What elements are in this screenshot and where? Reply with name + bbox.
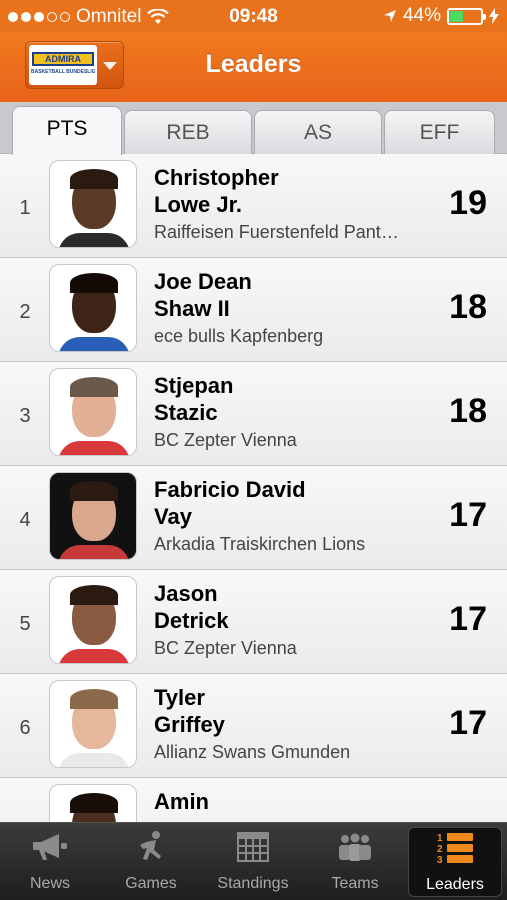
status-bar: Omnitel 09:48 44%	[0, 0, 507, 32]
bottom-tab-bar: News Games Standings Teams 1 2 3 Leaders	[0, 822, 507, 900]
svg-text:2: 2	[437, 844, 443, 855]
leaders-list[interactable]: 1 Christopher Lowe Jr. Raiffeisen Fuerste…	[0, 154, 507, 822]
player-photo	[49, 784, 137, 822]
stat-value: 18	[449, 288, 487, 326]
svg-text:3: 3	[437, 855, 443, 865]
player-name: Stjepan Stazic	[154, 373, 234, 425]
player-name: Fabricio David Vay	[154, 477, 306, 529]
page-title: Leaders	[205, 50, 302, 78]
leader-row[interactable]: 4 Fabricio David Vay Arkadia Traiskirchen…	[0, 466, 507, 570]
megaphone-icon	[33, 834, 67, 860]
status-right: 44%	[383, 5, 499, 27]
player-name: Christopher Lowe Jr.	[154, 165, 279, 217]
stat-value: 17	[449, 704, 487, 742]
team-name: BC Zepter Vienna	[154, 638, 297, 658]
nav-news[interactable]: News	[10, 827, 90, 897]
nav-label: Teams	[331, 875, 379, 892]
nav-label: News	[29, 875, 70, 892]
player-name: Jason Detrick	[154, 581, 229, 633]
player-photo	[49, 680, 137, 768]
team-name: Raiffeisen Fuerstenfeld Panthers	[154, 222, 399, 242]
team-name: ece bulls Kapfenberg	[154, 326, 324, 346]
nav-teams[interactable]: Teams	[318, 827, 392, 897]
leader-row[interactable]: 1 Christopher Lowe Jr. Raiffeisen Fuerste…	[0, 154, 507, 258]
leaders-list-icon: 1 2 3	[437, 833, 473, 865]
player-name: Amin	[154, 789, 209, 814]
leader-row[interactable]: 5 Jason Detrick BC Zepter Vienna 17	[0, 570, 507, 674]
location-arrow-icon	[383, 10, 396, 22]
leader-row[interactable]: 2 Joe Dean Shaw II ece bulls Kapfenberg 1…	[0, 258, 507, 362]
player-photo	[49, 472, 137, 560]
player-photo	[49, 368, 137, 456]
nav-leaders[interactable]: 1 2 3 Leaders	[408, 827, 502, 897]
stat-value: 17	[449, 496, 487, 534]
leader-row[interactable]: 3 Stjepan Stazic BC Zepter Vienna 18	[0, 362, 507, 466]
player-name: Joe Dean Shaw II	[154, 269, 252, 321]
battery-percent: 44%	[402, 5, 441, 26]
tab-eff[interactable]: EFF	[384, 110, 495, 154]
rank-number: 6	[19, 717, 31, 739]
team-name: Allianz Swans Gmunden	[154, 742, 351, 762]
nav-games[interactable]: Games	[110, 827, 192, 897]
rank-number: 1	[19, 197, 31, 219]
nav-label: Leaders	[426, 876, 484, 893]
player-photo	[49, 160, 137, 248]
table-grid-icon	[237, 832, 269, 862]
rank-number: 2	[19, 301, 31, 323]
team-name: BC Zepter Vienna	[154, 430, 297, 450]
nav-label: Games	[125, 875, 177, 892]
stat-value: 19	[449, 184, 487, 222]
runner-icon	[140, 831, 161, 860]
charging-bolt-icon	[489, 8, 499, 24]
team-people-icon	[339, 833, 371, 861]
rank-number: 3	[19, 405, 31, 427]
stat-value: 18	[449, 392, 487, 430]
rank-number: 5	[19, 613, 31, 635]
tab-pts[interactable]: PTS	[12, 106, 122, 155]
player-photo	[49, 576, 137, 664]
app-header: ADMIRA BASKETBALL BUNDESLIGA Leaders	[0, 32, 507, 102]
stat-tabs: PTS REB AS EFF	[0, 102, 507, 155]
team-name: Arkadia Traiskirchen Lions	[154, 534, 366, 554]
stat-value: 17	[449, 600, 487, 638]
leader-row[interactable]: 6 Tyler Griffey Allianz Swans Gmunden 17	[0, 674, 507, 778]
tab-as[interactable]: AS	[254, 110, 382, 154]
player-name: Tyler Griffey	[154, 685, 225, 737]
nav-standings[interactable]: Standings	[208, 827, 298, 897]
rank-number: 4	[19, 509, 31, 531]
player-photo	[49, 264, 137, 352]
leader-row[interactable]: Amin	[0, 778, 507, 822]
battery-icon	[447, 7, 486, 25]
svg-text:1: 1	[437, 833, 443, 844]
tab-reb[interactable]: REB	[124, 110, 252, 154]
nav-label: Standings	[217, 875, 289, 892]
